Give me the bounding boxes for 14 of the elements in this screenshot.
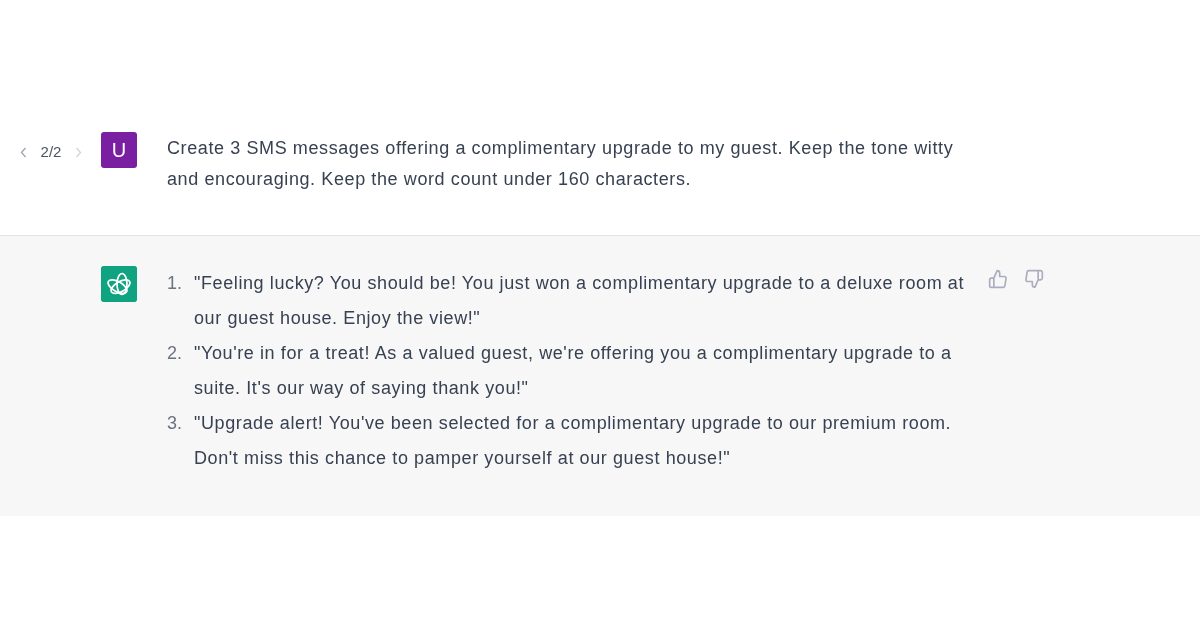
user-avatar: U (101, 132, 137, 168)
list-item-text: "Feeling lucky? You should be! You just won a complimentary upgrade to a deluxe room at our guest house. Enjoy the view!" (194, 272, 966, 330)
list-number: 2. (167, 342, 183, 365)
chevron-left-icon[interactable] (20, 146, 27, 158)
user-message-text: Create 3 SMS messages offering a complimentary upgrade to my guest. Keep the tone witty and encouraging. Keep the word count under 160 characters. (167, 137, 955, 191)
thumbs-up-icon (988, 269, 1008, 289)
chevron-right-icon[interactable] (75, 146, 82, 158)
knot-logo-icon (101, 266, 137, 302)
thumbs-down-icon (1024, 269, 1044, 289)
list-number: 3. (167, 412, 183, 435)
list-item-text: "Upgrade alert! You've been selected for a complimentary upgrade to our premium room. Don't miss this chance to pamper yourself at our guest house!" (194, 412, 953, 470)
list-number: 1. (167, 272, 183, 295)
list-item-text: "You're in for a treat! As a valued guest, we're offering you a complimentary upgrade to a suite. It's our way of saying thank you!" (194, 342, 953, 400)
page-counter: 2/2 (40, 141, 62, 162)
